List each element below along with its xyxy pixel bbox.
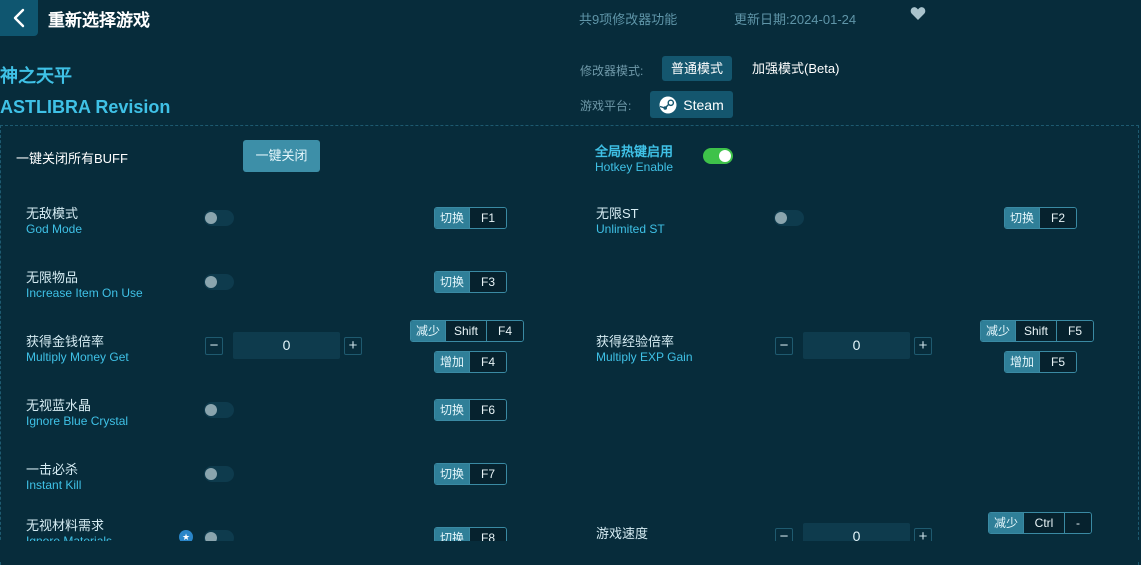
scroll-clip-edge [0,541,1141,560]
hotkey-key: F4 [486,321,524,341]
feature-label-cn: 无视材料需求 [26,518,105,533]
unlimited-st-toggle[interactable] [774,210,804,226]
hotkey-key: F6 [469,400,507,420]
increase-item-hotkey[interactable]: 切换 F3 [434,271,508,293]
feature-label-cn: 一击必杀 [26,462,79,477]
feature-label-en: Increase Item On Use [26,286,143,300]
feature-label-en: Ignore Blue Crystal [26,414,129,428]
close-all-label: 一键关闭所有BUFF [16,151,128,166]
exp-increase-hotkey[interactable]: 增加 F5 [1004,351,1078,373]
platform-name: Steam [683,96,724,113]
hotkey-action: 减少 [989,513,1024,533]
increase-item-toggle[interactable] [204,274,234,290]
hotkey-key: F3 [469,272,507,292]
hotkey-key: - [1064,513,1092,533]
feature-label-en: Multiply EXP Gain [596,350,693,364]
hotkey-modifier: Shift [445,321,487,341]
game-title-en: ASTLIBRA Revision [0,97,171,117]
feature-label-cn: 游戏速度 [596,526,649,541]
exp-multiplier-input[interactable]: 0 [803,332,910,359]
hotkey-key: F5 [1039,352,1077,372]
hotkey-key: F1 [469,208,507,228]
hotkey-action: 切换 [435,272,470,292]
ignore-blue-crystal-toggle[interactable] [204,402,234,418]
steam-platform-button[interactable]: Steam [650,91,733,118]
update-date: 更新日期:2024-01-24 [734,12,857,27]
feature-label-cn: 无敌模式 [26,206,79,221]
hotkey-action: 减少 [981,321,1016,341]
hotkey-modifier: Shift [1015,321,1057,341]
feature-label-cn: 无限物品 [26,270,79,285]
hotkey-action: 切换 [435,400,470,420]
favorite-heart-icon[interactable] [910,6,926,25]
hotkey-key: F7 [469,464,507,484]
hotkey-action: 减少 [411,321,446,341]
game-title-cn: 神之天平 [0,66,72,86]
hotkey-action: 增加 [1005,352,1040,372]
feature-count: 共9项修改器功能 [579,12,678,27]
feature-label-cn: 无视蓝水晶 [26,398,92,413]
money-increase-hotkey[interactable]: 增加 F4 [434,351,508,373]
exp-decrement-button[interactable]: − [775,337,793,355]
instant-kill-hotkey[interactable]: 切换 F7 [434,463,508,485]
unlimited-st-hotkey[interactable]: 切换 F2 [1004,207,1078,229]
hotkey-label-en: Hotkey Enable [595,160,674,174]
money-multiplier-input[interactable]: 0 [233,332,340,359]
mode-enhanced-button[interactable]: 加强模式(Beta) [743,56,848,81]
hotkey-key: F2 [1039,208,1077,228]
hotkey-key: F4 [469,352,507,372]
god-mode-toggle[interactable] [204,210,234,226]
page-title: 重新选择游戏 [48,11,150,30]
chevron-left-icon [13,8,25,28]
features-panel [0,125,1139,565]
hotkey-key: F5 [1056,321,1094,341]
feature-label-en: Unlimited ST [596,222,665,236]
feature-label-en: God Mode [26,222,83,236]
money-decrement-button[interactable]: − [205,337,223,355]
money-increment-button[interactable]: + [344,337,362,355]
money-decrease-hotkey[interactable]: 减少 Shift F4 [410,320,525,342]
exp-increment-button[interactable]: + [914,337,932,355]
hotkey-action: 切换 [435,208,470,228]
speed-decrease-hotkey[interactable]: 减少 Ctrl - [988,512,1093,534]
feature-label-en: Multiply Money Get [26,350,129,364]
back-button[interactable] [0,0,38,36]
god-mode-hotkey[interactable]: 切换 F1 [434,207,508,229]
hotkey-modifier: Ctrl [1023,513,1065,533]
feature-label-cn: 获得经验倍率 [596,334,675,349]
close-all-button[interactable]: 一键关闭 [243,140,320,172]
hotkey-action: 增加 [435,352,470,372]
platform-label: 游戏平台: [580,99,632,113]
exp-decrease-hotkey[interactable]: 减少 Shift F5 [980,320,1095,342]
hotkey-action: 切换 [1005,208,1040,228]
mode-normal-button[interactable]: 普通模式 [662,56,733,81]
feature-label-cn: 获得金钱倍率 [26,334,105,349]
steam-icon [659,96,677,113]
hotkey-action: 切换 [435,464,470,484]
instant-kill-toggle[interactable] [204,466,234,482]
feature-label-cn: 无限ST [596,206,639,221]
modifier-mode-label: 修改器模式: [580,64,644,78]
hotkey-label-cn: 全局热键启用 [595,144,674,159]
ignore-blue-crystal-hotkey[interactable]: 切换 F6 [434,399,508,421]
feature-label-en: Instant Kill [26,478,82,492]
hotkey-toggle[interactable] [703,148,733,164]
